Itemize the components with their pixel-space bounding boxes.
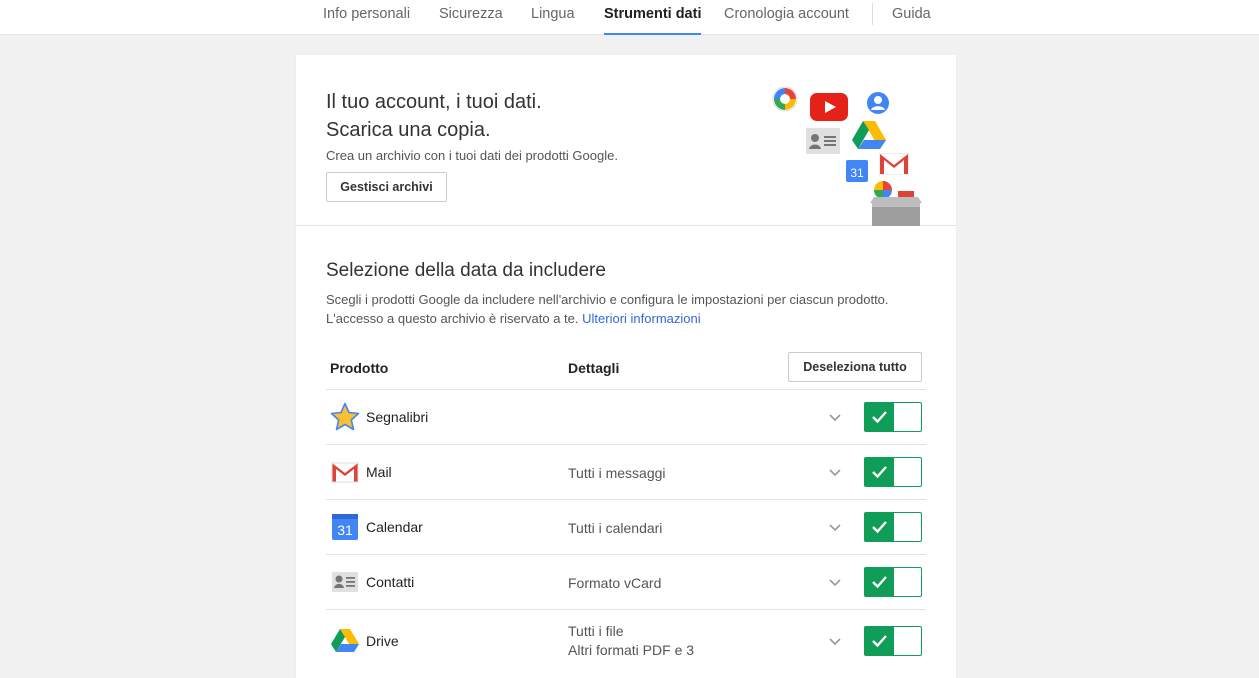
calendar-illus-icon: 31 bbox=[846, 160, 868, 182]
product-name: Drive bbox=[366, 633, 399, 649]
table-row: 31 Calendar Tutti i calendari bbox=[326, 499, 926, 554]
tab-cronologia-account[interactable]: Cronologia account bbox=[724, 0, 849, 35]
toggle-on-segment bbox=[865, 513, 894, 541]
top-navigation: Info personali Sicurezza Lingua Strument… bbox=[0, 0, 1259, 35]
include-toggle[interactable] bbox=[864, 457, 922, 487]
hero-section: Il tuo account, i tuoi dati. Scarica una… bbox=[296, 55, 956, 226]
products-table: Segnalibri Mail Tutti i messaggi 31 Cale… bbox=[326, 389, 926, 672]
manage-archives-button[interactable]: Gestisci archivi bbox=[326, 172, 447, 202]
product-name: Calendar bbox=[366, 519, 423, 535]
hero-description: Crea un archivio con i tuoi dati dei pro… bbox=[326, 148, 618, 163]
table-row: Drive Tutti i file Altri formati PDF e 3 bbox=[326, 609, 926, 672]
tab-sicurezza[interactable]: Sicurezza bbox=[439, 0, 503, 35]
check-icon bbox=[872, 521, 887, 534]
selection-description: Scegli i prodotti Google da includere ne… bbox=[326, 291, 889, 328]
toggle-on-segment bbox=[865, 458, 894, 486]
selection-desc-line2: L'accesso a questo archivio è riservato … bbox=[326, 310, 579, 326]
column-header-details: Dettagli bbox=[568, 360, 620, 376]
youtube-icon bbox=[810, 93, 848, 121]
include-toggle[interactable] bbox=[864, 626, 922, 656]
selection-title: Selezione della data da includere bbox=[326, 260, 606, 281]
deselect-all-button[interactable]: Deseleziona tutto bbox=[788, 352, 922, 382]
tab-guida[interactable]: Guida bbox=[892, 0, 931, 35]
toggle-on-segment bbox=[865, 627, 894, 655]
product-details-line1: Tutti i file bbox=[568, 623, 624, 639]
contacts-icon bbox=[332, 572, 358, 592]
chevron-down-icon[interactable] bbox=[828, 465, 842, 479]
chevron-down-icon[interactable] bbox=[828, 575, 842, 589]
check-icon bbox=[872, 466, 887, 479]
gmail-icon bbox=[331, 462, 359, 483]
profile-icon bbox=[867, 92, 889, 114]
chevron-down-icon[interactable] bbox=[828, 410, 842, 424]
box-illus-icon bbox=[870, 191, 922, 226]
contacts-card-icon bbox=[806, 128, 840, 154]
takeout-card: Il tuo account, i tuoi dati. Scarica una… bbox=[296, 55, 956, 678]
nav-divider bbox=[872, 3, 873, 25]
table-row: Segnalibri bbox=[326, 389, 926, 444]
include-toggle[interactable] bbox=[864, 567, 922, 597]
toggle-on-segment bbox=[865, 568, 894, 596]
products-illustration: 31 bbox=[772, 83, 932, 226]
more-info-link[interactable]: Ulteriori informazioni bbox=[582, 311, 700, 326]
hero-title: Il tuo account, i tuoi dati. Scarica una… bbox=[326, 88, 542, 144]
product-details: Tutti i messaggi bbox=[568, 465, 666, 481]
check-icon bbox=[872, 411, 887, 424]
product-details-line2: Altri formati PDF e 3 bbox=[568, 642, 695, 658]
drive-icon bbox=[331, 629, 359, 652]
svg-text:31: 31 bbox=[337, 522, 353, 538]
star-icon bbox=[330, 402, 360, 431]
include-toggle[interactable] bbox=[864, 512, 922, 542]
table-row: Mail Tutti i messaggi bbox=[326, 444, 926, 499]
check-icon bbox=[872, 576, 887, 589]
chevron-down-icon[interactable] bbox=[828, 520, 842, 534]
product-details: Tutti i calendari bbox=[568, 520, 663, 536]
toggle-on-segment bbox=[865, 403, 894, 431]
table-row: Contatti Formato vCard bbox=[326, 554, 926, 609]
include-toggle[interactable] bbox=[864, 402, 922, 432]
check-icon bbox=[872, 635, 887, 648]
tab-info-personali[interactable]: Info personali bbox=[323, 0, 410, 35]
product-details: Formato vCard bbox=[568, 575, 662, 591]
hero-title-line1: Il tuo account, i tuoi dati. bbox=[326, 91, 542, 113]
gmail-illus-icon bbox=[879, 153, 909, 175]
column-header-product: Prodotto bbox=[330, 360, 389, 376]
product-name: Contatti bbox=[366, 574, 415, 590]
product-name: Segnalibri bbox=[366, 409, 429, 425]
svg-text:31: 31 bbox=[850, 166, 864, 180]
calendar-icon: 31 bbox=[332, 514, 358, 540]
picasa-icon bbox=[772, 86, 798, 112]
product-details: Tutti i file Altri formati PDF e 3 bbox=[568, 622, 694, 660]
drive-illus-icon bbox=[852, 121, 886, 149]
hero-title-line2: Scarica una copia. bbox=[326, 119, 491, 141]
tab-lingua[interactable]: Lingua bbox=[531, 0, 575, 35]
product-name: Mail bbox=[366, 464, 392, 480]
tab-strumenti-dati[interactable]: Strumenti dati bbox=[604, 0, 702, 35]
chevron-down-icon[interactable] bbox=[828, 634, 842, 648]
selection-desc-line1: Scegli i prodotti Google da includere ne… bbox=[326, 292, 889, 307]
